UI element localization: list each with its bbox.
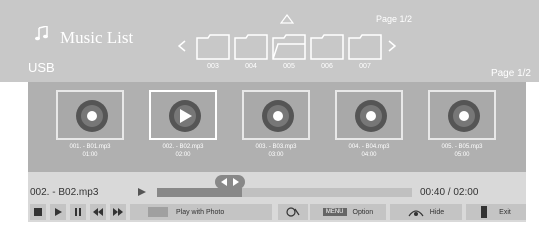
photo-swatch-icon xyxy=(148,207,168,217)
track-tile[interactable]: 005. - B05.mp3 05:00 xyxy=(428,90,496,162)
pause-icon xyxy=(75,208,81,216)
energy-saving-icon xyxy=(286,207,300,217)
source-label: USB xyxy=(28,60,55,75)
hide-icon xyxy=(408,210,424,217)
play-with-photo-button[interactable]: Play with Photo xyxy=(130,204,272,220)
track-tile[interactable]: 003. - B03.mp3 03:00 xyxy=(242,90,310,162)
page-title: Music List xyxy=(60,28,134,47)
page-indicator-right: Page 1/2 xyxy=(490,68,531,79)
track-tile[interactable]: 004. - B04.mp3 04:00 xyxy=(335,90,403,162)
exit-icon xyxy=(481,206,488,218)
track-thumbnail xyxy=(242,90,310,140)
folder-next-arrow-icon[interactable] xyxy=(388,40,396,52)
disc-icon xyxy=(448,100,480,132)
track-duration: 05:00 xyxy=(454,152,470,158)
time-readout: 00:40 / 02:00 xyxy=(420,187,479,198)
option-button[interactable]: MENU Option xyxy=(310,204,386,220)
track-name: 002. - B02.mp3 xyxy=(162,144,204,150)
disc-icon xyxy=(76,100,108,132)
page-indicator-top: Page 1/2 xyxy=(376,14,413,24)
play-state-icon xyxy=(138,188,146,196)
track-grid: 001. - B01.mp3 01:00 002. - B02.mp3 02:0… xyxy=(28,82,526,172)
hide-label: Hide xyxy=(429,208,445,216)
track-name: 004. - B04.mp3 xyxy=(348,144,390,150)
disc-icon xyxy=(262,100,294,132)
folder-label: 006 xyxy=(321,63,333,70)
folder-label: 007 xyxy=(359,63,371,70)
music-note-icon xyxy=(35,26,48,41)
track-duration: 02:00 xyxy=(175,152,191,158)
track-name: 001. - B01.mp3 xyxy=(69,144,111,150)
pause-button[interactable] xyxy=(70,204,86,220)
disc-icon xyxy=(355,100,387,132)
track-thumbnail xyxy=(428,90,496,140)
folder-icon[interactable] xyxy=(310,34,344,60)
track-thumbnail xyxy=(149,90,217,140)
folder-label: 004 xyxy=(245,63,257,70)
progress-bar[interactable] xyxy=(157,188,412,197)
folder-icon[interactable] xyxy=(348,34,382,60)
now-playing-title: 002. - B02.mp3 xyxy=(30,187,99,198)
track-name: 003. - B03.mp3 xyxy=(255,144,297,150)
fast-forward-button[interactable] xyxy=(110,204,126,220)
folder-label: 003 xyxy=(207,63,219,70)
play-with-photo-label: Play with Photo xyxy=(176,208,225,216)
track-duration: 04:00 xyxy=(361,152,377,158)
track-duration: 01:00 xyxy=(82,152,98,158)
track-name: 005. - B05.mp3 xyxy=(441,144,483,150)
track-thumbnail xyxy=(56,90,124,140)
play-icon xyxy=(169,100,201,132)
open-folder-icon[interactable] xyxy=(272,34,306,60)
up-arrow-icon[interactable] xyxy=(280,14,294,24)
option-label: Option xyxy=(352,208,374,216)
menu-tag: MENU xyxy=(322,208,347,216)
folder-icon[interactable] xyxy=(196,34,230,60)
track-tile[interactable]: 001. - B01.mp3 01:00 xyxy=(56,90,124,162)
progress-fill xyxy=(157,188,242,197)
stop-button[interactable] xyxy=(30,204,46,220)
folder-label: 005 xyxy=(283,63,295,70)
fast-forward-icon xyxy=(113,208,123,216)
play-icon xyxy=(55,208,62,216)
folder-icon[interactable] xyxy=(234,34,268,60)
track-tile[interactable]: 002. - B02.mp3 02:00 xyxy=(149,90,217,162)
track-duration: 03:00 xyxy=(268,152,284,158)
track-thumbnail xyxy=(335,90,403,140)
hide-button[interactable]: Hide xyxy=(390,204,462,220)
stop-icon xyxy=(34,208,42,216)
rewind-button[interactable] xyxy=(90,204,106,220)
exit-label: Exit xyxy=(499,208,511,216)
energy-saving-button[interactable] xyxy=(278,204,308,220)
exit-button[interactable]: Exit xyxy=(466,204,526,220)
folder-prev-arrow-icon[interactable] xyxy=(178,40,186,52)
rewind-icon xyxy=(93,208,103,216)
play-button[interactable] xyxy=(50,204,66,220)
